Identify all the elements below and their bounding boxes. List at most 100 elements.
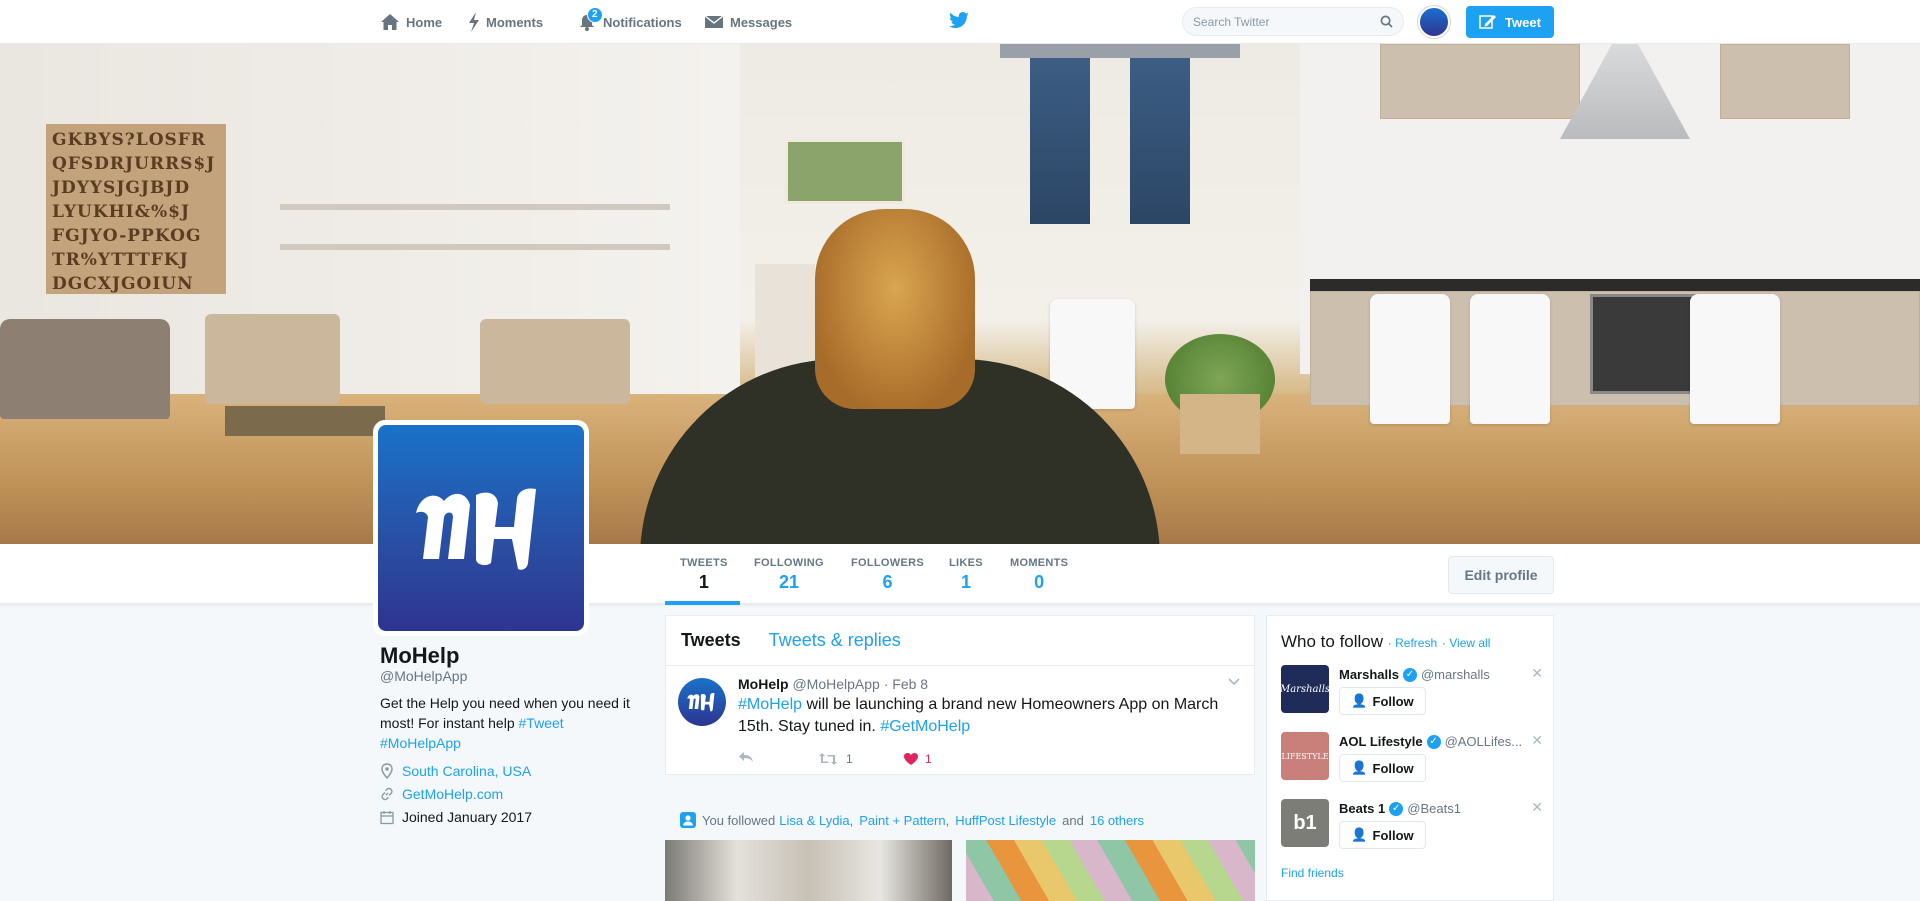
stat-tweets[interactable]: TWEETS 1 <box>680 557 728 593</box>
nav-notifications[interactable]: 2 Notifications <box>577 0 682 44</box>
link-icon <box>381 787 393 801</box>
account-avatar[interactable] <box>1418 6 1450 38</box>
stat-likes-label: LIKES <box>949 557 983 569</box>
marshalls-logo[interactable]: Marshalls <box>1280 665 1330 713</box>
suggestion-name[interactable]: Marshalls <box>1339 667 1399 682</box>
suggestion-handle[interactable]: @AOLLifes... <box>1445 734 1523 749</box>
banner-kitchen-chair <box>1690 294 1780 424</box>
who-to-follow-title: Who to follow <box>1281 632 1384 651</box>
followed-image-pattern[interactable] <box>966 840 1255 901</box>
active-stat-underline <box>665 601 740 605</box>
stat-followers-value: 6 <box>882 572 893 592</box>
followed-paint-pattern[interactable]: Paint + Pattern <box>859 813 945 828</box>
profile-location-link[interactable]: South Carolina, USA <box>402 763 531 779</box>
tweet-hashtag-getmohelp[interactable]: #GetMoHelp <box>880 718 970 735</box>
notifications-badge: 2 <box>587 7 603 23</box>
search-box[interactable] <box>1182 7 1404 36</box>
tweet-avatar[interactable] <box>678 678 726 726</box>
stat-following[interactable]: FOLLOWING 21 <box>754 557 824 593</box>
stat-following-label: FOLLOWING <box>754 557 824 569</box>
tweet-hashtag-mohelp[interactable]: #MoHelp <box>738 696 802 713</box>
stat-followers-label: FOLLOWERS <box>851 557 924 569</box>
refresh-link[interactable]: Refresh <box>1395 636 1437 650</box>
tab-tweets[interactable]: Tweets <box>681 630 741 651</box>
followed-image-interior[interactable] <box>665 840 952 901</box>
stat-moments-value: 0 <box>1034 572 1045 592</box>
tab-tweets-and-replies[interactable]: Tweets & replies <box>769 630 901 651</box>
suggestion-aol-lifestyle[interactable]: LIFESTYLE AOL Lifestyle ✓ @AOLLifes... 👤… <box>1281 732 1543 792</box>
calendar-icon <box>380 810 394 824</box>
tweet-date[interactable]: · Feb 8 <box>884 676 928 692</box>
find-friends-link[interactable]: Find friends <box>1281 866 1344 880</box>
stat-likes-value: 1 <box>960 572 971 592</box>
banner-armchair <box>205 314 340 404</box>
verified-badge-icon: ✓ <box>1389 801 1404 816</box>
banner-armchair <box>480 319 630 404</box>
top-navigation: Home Moments 2 Notifications Messages Tw… <box>0 0 1920 44</box>
banner-person <box>640 209 1160 544</box>
follow-button-label: Follow <box>1372 693 1414 709</box>
profile-location: South Carolina, USA <box>380 763 531 779</box>
followed-and: and <box>1062 812 1084 828</box>
tweet-author-name[interactable]: MoHelp <box>738 676 789 692</box>
followed-lisa-lydia[interactable]: Lisa & Lydia <box>779 813 849 828</box>
reply-action[interactable] <box>738 750 818 767</box>
twitter-logo-icon[interactable] <box>948 12 970 35</box>
profile-website-link[interactable]: GetMoHelp.com <box>402 786 503 802</box>
suggestion-name-row: Marshalls ✓ @marshalls <box>1339 667 1490 682</box>
suggestion-beats1[interactable]: b1 Beats 1 ✓ @Beats1 👤 Follow ✕ <box>1281 799 1543 859</box>
banner-cabinet <box>1720 44 1850 119</box>
profile-avatar[interactable] <box>373 420 589 636</box>
profile-website: GetMoHelp.com <box>380 786 503 802</box>
nav-messages[interactable]: Messages <box>704 0 792 44</box>
followed-prefix: You followed <box>702 812 776 828</box>
close-icon[interactable]: ✕ <box>1531 665 1543 682</box>
tweet-author-handle[interactable]: @MoHelpApp <box>792 676 879 692</box>
who-to-follow-header: Who to follow · Refresh · View all <box>1281 632 1491 651</box>
suggestion-name[interactable]: AOL Lifestyle <box>1339 734 1423 749</box>
mohelp-logo-icon <box>378 425 584 631</box>
stat-likes[interactable]: LIKES 1 <box>949 557 983 593</box>
profile-banner[interactable]: GKBYS?LOSFR QFSDRJURRS$J JDYYSJGJBJD LYU… <box>0 44 1920 544</box>
bio-hashtag-mohelpapp[interactable]: #MoHelpApp <box>380 735 461 751</box>
stat-moments[interactable]: MOMENTS 0 <box>1010 557 1068 593</box>
home-icon <box>381 14 399 30</box>
close-icon[interactable]: ✕ <box>1531 732 1543 749</box>
nav-home[interactable]: Home <box>380 0 442 44</box>
tweet-button[interactable]: Tweet <box>1466 6 1554 38</box>
nav-moments[interactable]: Moments <box>468 0 543 44</box>
search-input[interactable] <box>1193 14 1373 29</box>
suggestion-name[interactable]: Beats 1 <box>1339 801 1385 816</box>
suggestion-handle[interactable]: @marshalls <box>1421 667 1490 682</box>
retweet-action[interactable]: 1 <box>818 752 903 766</box>
edit-profile-button[interactable]: Edit profile <box>1448 556 1554 594</box>
tweet-header: MoHelp @MoHelpApp · Feb 8 <box>738 676 1239 692</box>
stat-followers[interactable]: FOLLOWERS 6 <box>851 557 924 593</box>
follow-button[interactable]: 👤 Follow <box>1339 754 1426 782</box>
close-icon[interactable]: ✕ <box>1531 799 1543 816</box>
followed-others[interactable]: 16 others <box>1090 813 1144 828</box>
profile-handle: @MoHelpApp <box>380 668 468 684</box>
profile-bio-text: Get the Help you need when you need it m… <box>380 695 630 731</box>
banner-planter <box>1180 394 1260 454</box>
profile-joined: Joined January 2017 <box>380 809 532 825</box>
followed-huffpost-lifestyle[interactable]: HuffPost Lifestyle <box>955 813 1056 828</box>
tweet[interactable]: MoHelp @MoHelpApp · Feb 8 #MoHelp will b… <box>666 666 1254 776</box>
stat-tweets-label: TWEETS <box>680 557 728 569</box>
banner-sofa <box>0 319 170 419</box>
nav-moments-label: Moments <box>486 14 544 30</box>
beats1-logo[interactable]: b1 <box>1281 799 1329 847</box>
nav-home-label: Home <box>406 14 443 30</box>
search-icon[interactable] <box>1380 15 1393 28</box>
suggestion-handle[interactable]: @Beats1 <box>1407 801 1461 816</box>
follow-button[interactable]: 👤 Follow <box>1339 687 1426 715</box>
suggestion-marshalls[interactable]: Marshalls Marshalls ✓ @marshalls 👤 Follow… <box>1280 665 1543 725</box>
view-all-link[interactable]: View all <box>1449 636 1490 650</box>
chevron-down-icon[interactable] <box>1228 678 1240 686</box>
timeline: Tweets Tweets & replies MoHelp @MoHelpAp… <box>665 615 1255 775</box>
follow-button[interactable]: 👤 Follow <box>1339 821 1426 849</box>
aol-lifestyle-logo[interactable]: LIFESTYLE <box>1281 732 1329 780</box>
like-action[interactable]: 1 <box>903 752 932 766</box>
retweet-count: 1 <box>846 751 853 766</box>
bio-hashtag-tweet[interactable]: #Tweet <box>519 715 564 731</box>
